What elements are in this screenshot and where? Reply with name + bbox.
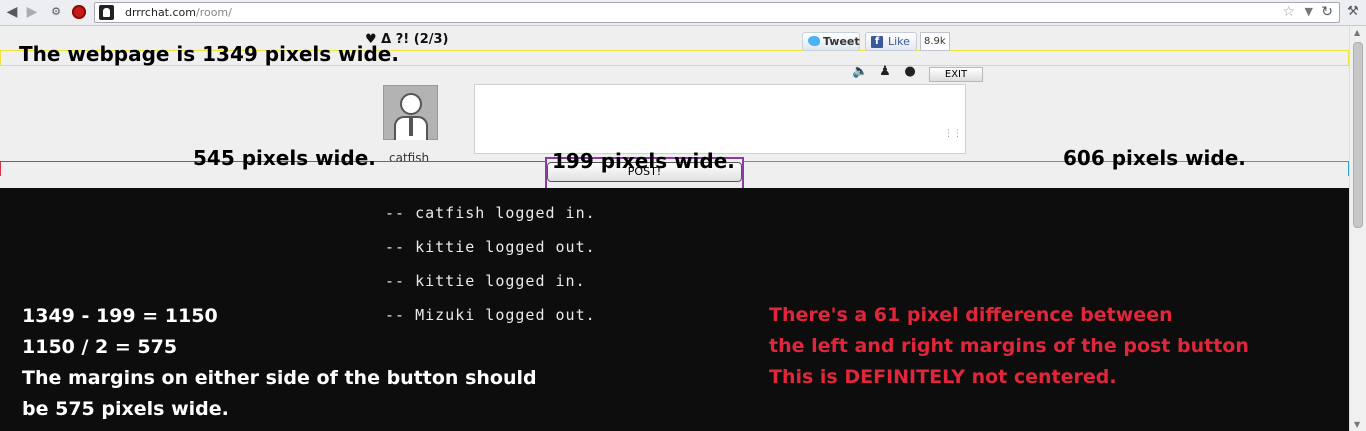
- reload-icon[interactable]: ↻: [1321, 4, 1333, 20]
- site-favicon-icon: [99, 5, 114, 20]
- avatar: [383, 85, 438, 140]
- message-input[interactable]: [474, 84, 966, 154]
- annotation-conclusion-line: There's a 61 pixel difference between: [769, 304, 1173, 326]
- annotation-right-margin: 606 pixels wide.: [1063, 146, 1246, 170]
- speech-bubble-icon[interactable]: ●: [902, 64, 918, 80]
- twitter-bird-icon: [808, 36, 820, 46]
- url-host: drrrchat.com: [125, 6, 196, 19]
- address-bar[interactable]: drrrchat.com/room/ ☆ ▼ ↻: [94, 2, 1340, 23]
- annotation-conclusion-line: This is DEFINITELY not centered.: [769, 366, 1117, 388]
- speaker-icon[interactable]: 🔈: [852, 64, 868, 80]
- log-entry: -- kittie logged in.: [385, 272, 586, 290]
- bookmark-star-icon[interactable]: ☆: [1282, 4, 1295, 20]
- forward-arrow-icon[interactable]: ▶: [24, 4, 40, 20]
- right-margin-guide: [743, 161, 1349, 176]
- tweet-button[interactable]: Tweet: [802, 32, 860, 51]
- vertical-scrollbar[interactable]: ▲ ▼: [1349, 26, 1366, 431]
- dropdown-chevron-icon[interactable]: ▼: [1305, 5, 1313, 18]
- extension-icon[interactable]: ⚙: [48, 4, 64, 20]
- facebook-like-button[interactable]: f Like: [865, 32, 917, 51]
- annotation-math-line: be 575 pixels wide.: [22, 398, 229, 420]
- member-icon[interactable]: ♟: [877, 64, 893, 80]
- log-entry: -- catfish logged in.: [385, 204, 596, 222]
- browser-toolbar: ◀ ▶ ⚙ drrrchat.com/room/ ☆ ▼ ↻ ⚒: [0, 0, 1366, 26]
- chat-page: ♥ Δ ?! (2/3) The webpage is 1349 pixels …: [0, 26, 1349, 431]
- like-label: Like: [888, 35, 910, 48]
- like-count: 8.9k: [920, 32, 950, 51]
- wrench-menu-icon[interactable]: ⚒: [1344, 4, 1362, 20]
- facebook-icon: f: [871, 36, 883, 48]
- scroll-up-arrow-icon[interactable]: ▲: [1354, 28, 1360, 37]
- annotation-math-line: 1349 - 199 = 1150: [22, 305, 218, 327]
- annotation-page-width: The webpage is 1349 pixels wide.: [19, 42, 399, 66]
- annotation-left-margin: 545 pixels wide.: [193, 146, 376, 170]
- scroll-down-arrow-icon[interactable]: ▼: [1354, 420, 1360, 429]
- annotation-conclusion-line: the left and right margins of the post b…: [769, 335, 1249, 357]
- tweet-label: Tweet: [823, 35, 860, 48]
- exit-button[interactable]: EXIT: [929, 67, 983, 82]
- annotation-button-width: 199 pixels wide.: [552, 149, 735, 173]
- avatar-tie-shape: [409, 118, 413, 136]
- annotation-math-line: The margins on either side of the button…: [22, 367, 537, 389]
- annotation-math-line: 1150 / 2 = 575: [22, 336, 178, 358]
- log-entry: -- kittie logged out.: [385, 238, 596, 256]
- url-text[interactable]: drrrchat.com/room/: [125, 6, 232, 19]
- avatar-head-shape: [400, 93, 422, 115]
- scrollbar-thumb[interactable]: [1353, 42, 1363, 228]
- url-path: /room/: [195, 6, 232, 19]
- log-entry: -- Mizuki logged out.: [385, 306, 596, 324]
- record-icon[interactable]: [72, 5, 86, 19]
- back-arrow-icon[interactable]: ◀: [4, 4, 20, 20]
